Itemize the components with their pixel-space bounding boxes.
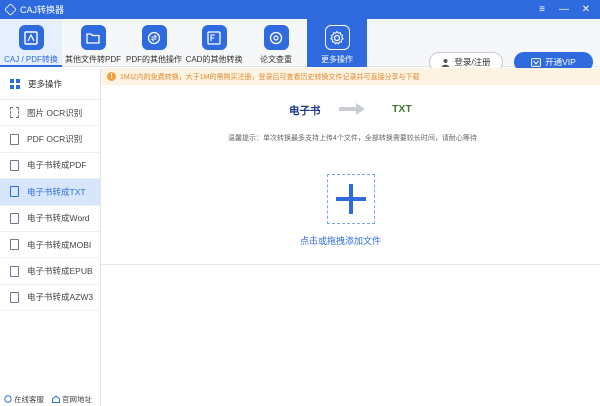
upload-label[interactable]: 点击或拖拽添加文件 xyxy=(300,234,381,247)
tab-more[interactable]: 更多操作 xyxy=(307,19,367,67)
sidebar-item-ebook-epub[interactable]: 电子书转成EPUB xyxy=(0,258,100,285)
vip-label: 开通VIP xyxy=(545,57,576,67)
sidebar-item-pdf-ocr[interactable]: PDF OCR识别 xyxy=(0,126,100,153)
sidebar-item-image-ocr[interactable]: 图片 OCR识别 xyxy=(0,100,100,127)
sidebar-item-ebook-mobi[interactable]: 电子书转成MOBI xyxy=(0,232,100,259)
sidebar-item-label: PDF OCR识别 xyxy=(27,134,83,145)
sidebar-item-label: 电子书转成AZW3 xyxy=(27,292,94,303)
warning-icon: ! xyxy=(107,72,116,81)
sidebar-item-label: 电子书转成Word xyxy=(27,213,90,224)
folder-icon xyxy=(80,25,106,50)
app-title: CAJ转换器 xyxy=(20,5,65,15)
login-label: 登录/注册 xyxy=(454,57,491,67)
sidebar-header-label: 更多操作 xyxy=(28,78,63,89)
home-icon xyxy=(52,395,60,403)
tab-label: 更多操作 xyxy=(321,55,353,64)
notice-bar: ! 1M以内的免费转换，大于1M的需购买注册，登录后可查看历史转换文件记录并可直… xyxy=(101,68,600,85)
tab-label: 其他文件转PDF xyxy=(65,55,121,64)
gear-icon xyxy=(324,25,350,50)
menu-icon[interactable]: ≡ xyxy=(534,2,550,16)
grid-icon xyxy=(10,78,20,89)
tab-pdf-other[interactable]: PDF的其他操作 xyxy=(125,19,183,67)
tab-label: 论文查重 xyxy=(260,55,292,64)
headset-icon xyxy=(4,395,12,403)
website-link[interactable]: 官网地址 xyxy=(52,394,92,405)
sidebar-header: 更多操作 xyxy=(0,68,100,100)
online-service-label: 在线客服 xyxy=(14,394,44,404)
sidebar-item-ebook-txt[interactable]: 电子书转成TXT xyxy=(0,179,100,206)
azw3-file-icon xyxy=(10,291,19,303)
plus-icon xyxy=(336,184,366,214)
tab-label: CAD的其他转换 xyxy=(185,55,243,64)
sidebar-footer: 在线客服 官网地址 xyxy=(0,392,100,406)
cad-icon xyxy=(201,25,227,50)
tab-cad[interactable]: CAD的其他转换 xyxy=(186,19,242,67)
mobi-file-icon xyxy=(10,239,19,251)
pdf-convert-icon xyxy=(141,25,167,50)
at-icon xyxy=(263,25,289,50)
tab-plagiarism[interactable]: 论文查重 xyxy=(250,19,302,67)
hint-text: 温馨提示：单次转换最多支持上传4个文件，全部转换需要较长时间，请耐心等待 xyxy=(228,135,477,142)
minimize-icon[interactable]: — xyxy=(556,2,572,16)
word-file-icon xyxy=(10,212,19,224)
target-format: TXT xyxy=(392,103,412,115)
caj-pdf-icon xyxy=(18,25,44,50)
pdf-ocr-icon xyxy=(10,133,19,145)
sidebar-item-label: 电子书转成MOBI xyxy=(27,239,92,250)
title-bar: CAJ转换器 ≡ — ✕ xyxy=(0,0,600,19)
tab-file-to-pdf[interactable]: 其他文件转PDF xyxy=(63,19,123,67)
sidebar-item-ebook-pdf[interactable]: 电子书转成PDF xyxy=(0,153,100,180)
website-label: 官网地址 xyxy=(62,394,92,404)
tab-label: PDF的其他操作 xyxy=(126,55,182,64)
toolbar: CAJ / PDF转换 其他文件转PDF PDF的其他操作 CAD的其他转换 论… xyxy=(0,19,600,72)
source-format: 电子书 xyxy=(289,105,321,117)
pdf-file-icon xyxy=(10,159,19,171)
vip-icon xyxy=(531,57,542,67)
txt-file-icon xyxy=(10,186,19,198)
notice-text: 1M以内的免费转换，大于1M的需购买注册，登录后可查看历史转换文件记录并可直接分… xyxy=(120,73,420,81)
online-service-link[interactable]: 在线客服 xyxy=(4,394,44,405)
close-icon[interactable]: ✕ xyxy=(578,2,594,16)
sidebar-item-label: 图片 OCR识别 xyxy=(27,107,83,118)
sidebar-item-label: 电子书转成TXT xyxy=(27,186,86,197)
arrow-right-icon xyxy=(339,103,365,117)
tab-caj-pdf[interactable]: CAJ / PDF转换 xyxy=(0,19,62,67)
sidebar-item-ebook-azw3[interactable]: 电子书转成AZW3 xyxy=(0,285,100,312)
sidebar-item-label: 电子书转成PDF xyxy=(27,160,87,171)
sidebar-item-ebook-word[interactable]: 电子书转成Word xyxy=(0,206,100,232)
tab-label: CAJ / PDF转换 xyxy=(4,55,58,64)
app-logo-icon xyxy=(4,3,17,16)
user-icon xyxy=(441,58,450,67)
sidebar-item-label: 电子书转成EPUB xyxy=(27,266,93,277)
epub-file-icon xyxy=(10,265,19,277)
sidebar: 更多操作 图片 OCR识别 PDF OCR识别 电子书转成PDF 电子书转成TX… xyxy=(0,68,101,406)
ocr-icon xyxy=(10,107,19,119)
divider xyxy=(101,264,600,265)
upload-dropzone[interactable] xyxy=(327,174,375,224)
